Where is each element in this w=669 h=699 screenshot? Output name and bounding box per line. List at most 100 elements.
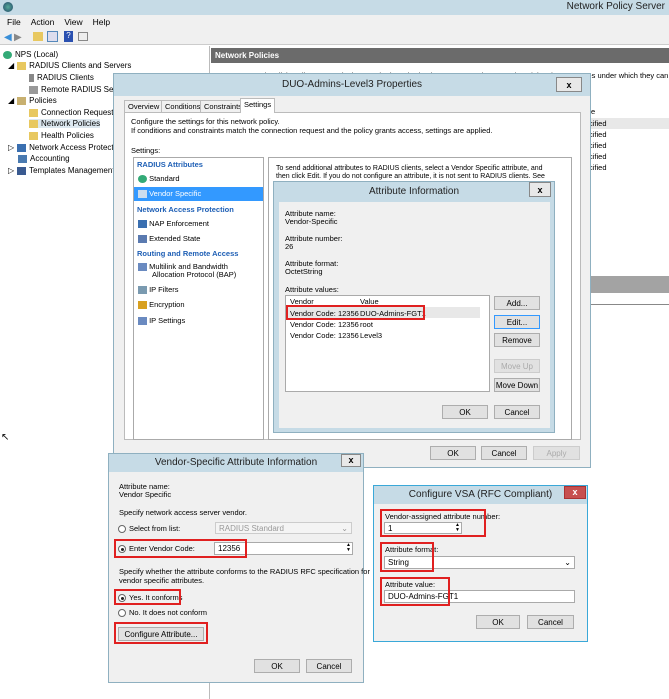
list-item-nap-enforcement[interactable]: NAP Enforcement (138, 219, 209, 229)
show-hide-tree-icon[interactable] (47, 31, 58, 42)
ok-button[interactable]: OK (430, 446, 476, 460)
list-item-standard[interactable]: Standard (138, 174, 180, 184)
list-item-vendor-specific[interactable]: Vendor Specific (134, 187, 263, 201)
tree-item-radius-clients[interactable]: RADIUS Clients (29, 73, 94, 82)
highlight-box (286, 305, 425, 320)
list-header-rras: Routing and Remote Access (137, 249, 239, 258)
attr-values-label: Attribute values: (285, 285, 339, 294)
detail-text-2: then click Edit. If you do not configure… (276, 173, 545, 180)
select-from-list-radio[interactable]: Select from list: (118, 524, 180, 534)
dialog-title: DUO-Admins-Level3 Properties (114, 74, 590, 96)
policy-row[interactable]: cified (589, 119, 607, 128)
highlight-box (380, 509, 486, 537)
back-icon[interactable]: ◀ (4, 32, 12, 43)
list-header-radius: RADIUS Attributes (137, 160, 203, 169)
tree-item-nap[interactable]: ▷ Network Access Protectio (8, 143, 120, 152)
apply-button[interactable]: Apply (533, 446, 580, 460)
cancel-button[interactable]: Cancel (481, 446, 527, 460)
extended-state-icon (138, 235, 147, 244)
close-button[interactable]: x (341, 454, 361, 467)
move-up-button[interactable]: Move Up (494, 359, 540, 373)
policy-row[interactable]: cified (589, 130, 607, 139)
filter-icon (138, 286, 147, 295)
chevron-down-icon: ⌄ (564, 558, 571, 567)
column-header: e (591, 107, 596, 116)
pane-header: Network Policies (211, 48, 669, 63)
tree-item-policies[interactable]: ◢ Policies (8, 96, 57, 105)
lock-icon (138, 301, 147, 310)
vendor-icon (138, 190, 147, 199)
move-down-button[interactable]: Move Down (494, 378, 540, 392)
tree-item-radius-clients-servers[interactable]: ◢ RADIUS Clients and Servers (8, 61, 131, 70)
network-icon (138, 317, 147, 326)
settings-label: Settings: (131, 146, 161, 155)
list-header-nap: Network Access Protection (137, 205, 234, 214)
dialog-title: Configure VSA (RFC Compliant) (374, 486, 587, 504)
highlight-box (114, 539, 247, 558)
conform-text-1: Specify whether the attribute conforms t… (119, 567, 370, 576)
mouse-cursor-icon: ↖ (1, 432, 10, 443)
list-item-ip-settings[interactable]: IP Settings (138, 316, 185, 326)
dialog-title: Attribute Information (274, 182, 554, 202)
highlight-box (380, 577, 450, 606)
conform-text-2: vendor specific attributes. (119, 576, 205, 585)
highlight-box (114, 589, 181, 605)
settings-intro-2: If conditions and constraints match the … (131, 126, 493, 135)
add-button[interactable]: Add... (494, 296, 540, 310)
vendor-select[interactable]: RADIUS Standard ⌄ (215, 522, 352, 534)
server-icon (29, 73, 34, 82)
cancel-button[interactable]: Cancel (527, 615, 574, 629)
policy-row[interactable]: cified (589, 163, 607, 172)
attribute-row-value[interactable]: root (360, 320, 373, 329)
policy-row[interactable]: cified (589, 141, 607, 150)
tree-item-nps[interactable]: NPS (Local) (3, 50, 58, 59)
tree-item-accounting[interactable]: Accounting (18, 154, 70, 163)
tree-item-health-policies[interactable]: Health Policies (29, 131, 94, 140)
close-button[interactable]: x (556, 77, 582, 92)
forward-icon[interactable]: ▶ (14, 32, 22, 43)
attr-number-label: Attribute number: (285, 234, 343, 243)
up-folder-icon[interactable] (33, 32, 43, 41)
divider (581, 304, 669, 305)
policies-icon (17, 96, 27, 105)
remove-button[interactable]: Remove (494, 333, 540, 347)
tree-item-remote-radius[interactable]: Remote RADIUS Serve (29, 85, 125, 94)
globe-icon (3, 50, 12, 59)
cancel-button[interactable]: Cancel (494, 405, 540, 419)
attribute-row-vendor[interactable]: Vendor Code: 12356 (290, 320, 359, 329)
menu-view[interactable]: View (64, 17, 82, 27)
no-conform-radio[interactable]: No. It does not conform (118, 608, 207, 618)
attribute-row-vendor[interactable]: Vendor Code: 12356 (290, 331, 359, 340)
ok-button[interactable]: OK (476, 615, 520, 629)
list-item-encryption[interactable]: Encryption (138, 300, 185, 310)
folder-icon (29, 108, 38, 117)
list-item-ip-filters[interactable]: IP Filters (138, 285, 179, 295)
help-icon[interactable]: ? (64, 31, 73, 42)
ok-button[interactable]: OK (254, 659, 300, 673)
highlight-box (380, 542, 434, 572)
menu-file[interactable]: File (7, 17, 21, 27)
attr-format-value: OctetString (285, 267, 323, 276)
dialog-title: Vendor-Specific Attribute Information (109, 454, 363, 472)
list-item-extended-state[interactable]: Extended State (138, 234, 200, 244)
server-group-icon (29, 85, 38, 94)
network-icon (138, 263, 147, 272)
tree-item-connection-request[interactable]: Connection Request P (29, 108, 121, 117)
tab-settings[interactable]: Settings (240, 98, 276, 113)
tree-item-templates[interactable]: ▷ Templates Management (8, 166, 115, 175)
attribute-row-value[interactable]: Level3 (360, 331, 382, 340)
attr-name-value: Vendor-Specific (285, 217, 338, 226)
edit-button[interactable]: Edit... (494, 315, 540, 329)
show-action-pane-icon[interactable] (78, 32, 88, 41)
spinner-icon[interactable]: ▲ ▼ (346, 543, 351, 553)
tree-item-network-policies[interactable]: Network Policies (29, 119, 101, 128)
menu-help[interactable]: Help (93, 17, 110, 27)
policy-row[interactable]: cified (589, 152, 607, 161)
highlight-box (114, 622, 208, 644)
vsa-specify-text: Specify network access server vendor. (119, 508, 247, 517)
close-button[interactable]: x (564, 486, 586, 499)
cancel-button[interactable]: Cancel (306, 659, 352, 673)
menu-action[interactable]: Action (31, 17, 55, 27)
ok-button[interactable]: OK (442, 405, 488, 419)
close-button[interactable]: x (529, 182, 551, 197)
